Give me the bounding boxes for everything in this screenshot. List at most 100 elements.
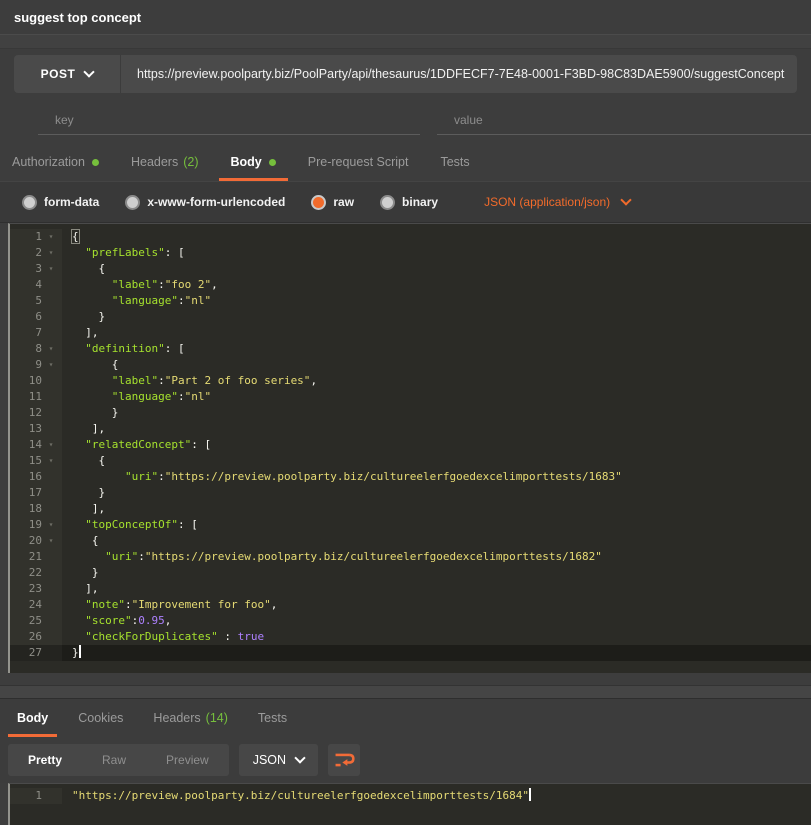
radio-selected-icon[interactable] — [311, 195, 326, 210]
response-tab-cookies[interactable]: Cookies — [78, 699, 123, 737]
fold-toggle-icon[interactable]: ▾ — [42, 357, 60, 373]
radio-icon[interactable] — [22, 195, 37, 210]
radio-icon[interactable] — [380, 195, 395, 210]
code-line[interactable]: 26 "checkForDuplicates" : true — [10, 629, 811, 645]
code-line[interactable]: 6 } — [10, 309, 811, 325]
code-text[interactable]: "label":"foo 2", — [62, 277, 811, 293]
code-text[interactable]: "topConceptOf": [ — [62, 517, 811, 533]
response-format-dropdown[interactable]: JSON — [239, 744, 318, 776]
body-mode-raw[interactable]: raw — [311, 195, 354, 210]
code-text[interactable]: } — [62, 309, 811, 325]
method-selector[interactable]: POST — [14, 55, 121, 93]
editor-gutter: 1▾ — [10, 229, 62, 245]
code-text[interactable]: "label":"Part 2 of foo series", — [62, 373, 811, 389]
code-text[interactable]: } — [62, 565, 811, 581]
code-line[interactable]: 19▾ "topConceptOf": [ — [10, 517, 811, 533]
code-line[interactable]: 7 ], — [10, 325, 811, 341]
param-key-input[interactable] — [38, 107, 420, 135]
code-text[interactable]: "score":0.95, — [62, 613, 811, 629]
fold-toggle-icon[interactable]: ▾ — [42, 261, 60, 277]
tab-tests[interactable]: Tests — [440, 143, 469, 181]
code-line[interactable]: 21 "uri":"https://preview.poolparty.biz/… — [10, 549, 811, 565]
code-text[interactable]: ], — [62, 421, 811, 437]
response-tab-headers[interactable]: Headers(14) — [153, 699, 227, 737]
code-text[interactable]: ], — [62, 325, 811, 341]
body-mode-binary[interactable]: binary — [380, 195, 438, 210]
code-text[interactable]: { — [62, 357, 811, 373]
resize-handle[interactable] — [0, 685, 811, 699]
code-line[interactable]: 13 ], — [10, 421, 811, 437]
tab-body[interactable]: Body — [231, 143, 276, 181]
code-line[interactable]: 16 "uri":"https://preview.poolparty.biz/… — [10, 469, 811, 485]
code-line[interactable]: 22 } — [10, 565, 811, 581]
wrap-text-button[interactable] — [328, 744, 360, 776]
code-text[interactable]: "checkForDuplicates" : true — [62, 629, 811, 645]
code-line[interactable]: 25 "score":0.95, — [10, 613, 811, 629]
fold-toggle-icon[interactable]: ▾ — [42, 437, 60, 453]
tab-authorization[interactable]: Authorization — [12, 143, 99, 181]
code-text[interactable]: "relatedConcept": [ — [62, 437, 811, 453]
code-text[interactable]: } — [62, 645, 811, 661]
code-token: , — [310, 374, 317, 387]
code-line[interactable]: 4 "label":"foo 2", — [10, 277, 811, 293]
code-line[interactable]: 24 "note":"Improvement for foo", — [10, 597, 811, 613]
code-line[interactable]: 15▾ { — [10, 453, 811, 469]
code-text[interactable]: } — [62, 485, 811, 501]
code-text[interactable]: { — [62, 533, 811, 549]
code-text[interactable]: ], — [62, 501, 811, 517]
radio-icon[interactable] — [125, 195, 140, 210]
fold-toggle-icon[interactable]: ▾ — [42, 453, 60, 469]
body-mode-form-data[interactable]: form-data — [22, 195, 99, 210]
code-line[interactable]: 5 "language":"nl" — [10, 293, 811, 309]
code-line[interactable]: 12 } — [10, 405, 811, 421]
response-tab-tests[interactable]: Tests — [258, 699, 287, 737]
code-line[interactable]: 9▾ { — [10, 357, 811, 373]
tab-headers[interactable]: Headers(2) — [131, 143, 199, 181]
code-text[interactable]: "uri":"https://preview.poolparty.biz/cul… — [62, 469, 811, 485]
code-text[interactable]: { — [62, 229, 811, 245]
code-line[interactable]: 1"https://preview.poolparty.biz/culturee… — [10, 788, 811, 804]
code-text[interactable]: "prefLabels": [ — [62, 245, 811, 261]
code-text[interactable]: } — [62, 405, 811, 421]
code-text[interactable]: { — [62, 261, 811, 277]
code-text[interactable]: "language":"nl" — [62, 293, 811, 309]
code-line[interactable]: 18 ], — [10, 501, 811, 517]
fold-toggle-icon[interactable]: ▾ — [42, 229, 60, 245]
code-line[interactable]: 23 ], — [10, 581, 811, 597]
code-line[interactable]: 10 "label":"Part 2 of foo series", — [10, 373, 811, 389]
fold-toggle-icon[interactable]: ▾ — [42, 341, 60, 357]
code-text[interactable]: "uri":"https://preview.poolparty.biz/cul… — [62, 549, 811, 565]
code-line[interactable]: 2▾ "prefLabels": [ — [10, 245, 811, 261]
code-line[interactable]: 27} — [10, 645, 811, 661]
response-body-editor[interactable]: 1"https://preview.poolparty.biz/culturee… — [8, 783, 811, 825]
code-line[interactable]: 8▾ "definition": [ — [10, 341, 811, 357]
code-token — [72, 438, 85, 451]
view-mode-pretty-button[interactable]: Pretty — [8, 744, 82, 776]
code-text[interactable]: ], — [62, 581, 811, 597]
fold-toggle-icon[interactable]: ▾ — [42, 245, 60, 261]
code-line[interactable]: 14▾ "relatedConcept": [ — [10, 437, 811, 453]
code-text[interactable]: "https://preview.poolparty.biz/cultureel… — [62, 788, 811, 804]
code-line[interactable]: 17 } — [10, 485, 811, 501]
code-line[interactable]: 20▾ { — [10, 533, 811, 549]
fold-toggle-icon[interactable]: ▾ — [42, 533, 60, 549]
tab-pre-request-script[interactable]: Pre-request Script — [308, 143, 409, 181]
body-mode-x-www-form-urlencoded[interactable]: x-www-form-urlencoded — [125, 195, 285, 210]
fold-toggle-icon[interactable]: ▾ — [42, 517, 60, 533]
code-text[interactable]: { — [62, 453, 811, 469]
code-line[interactable]: 11 "language":"nl" — [10, 389, 811, 405]
code-text[interactable]: "definition": [ — [62, 341, 811, 357]
response-tab-body[interactable]: Body — [17, 699, 48, 737]
view-mode-raw-button[interactable]: Raw — [82, 744, 146, 776]
code-line[interactable]: 1▾{ — [10, 229, 811, 245]
code-text[interactable]: "language":"nl" — [62, 389, 811, 405]
code-line[interactable]: 3▾ { — [10, 261, 811, 277]
content-type-dropdown[interactable]: JSON (application/json) — [484, 195, 630, 209]
editor-gutter: 1 — [10, 788, 62, 804]
url-input[interactable] — [121, 55, 797, 93]
code-text[interactable]: "note":"Improvement for foo", — [62, 597, 811, 613]
view-mode-preview-button[interactable]: Preview — [146, 744, 229, 776]
param-value-input[interactable] — [437, 107, 811, 135]
request-body-editor[interactable]: 1▾{2▾ "prefLabels": [3▾ {4 "label":"foo … — [8, 223, 811, 673]
code-token: , — [271, 598, 278, 611]
